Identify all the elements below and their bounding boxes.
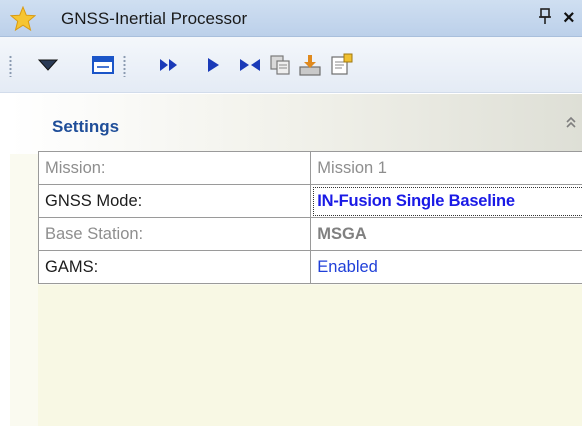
mission-label: Mission: — [37, 151, 312, 185]
settings-row-base-station[interactable]: Base Station: MSGA — [37, 217, 582, 251]
copy-icon[interactable] — [266, 51, 294, 79]
close-icon[interactable]: × — [563, 6, 581, 30]
star-icon — [10, 6, 36, 32]
toolbar-separator — [123, 55, 126, 77]
export-icon[interactable] — [296, 51, 324, 79]
gams-label: GAMS: — [37, 250, 312, 284]
settings-title: Settings — [52, 117, 120, 136]
base-station-value[interactable]: MSGA — [310, 217, 582, 251]
gams-value[interactable]: Enabled — [310, 250, 582, 284]
toolbar-grip[interactable] — [9, 55, 12, 77]
base-station-label: Base Station: — [37, 217, 312, 251]
fast-forward-icon[interactable] — [155, 51, 183, 79]
toolbar — [0, 37, 582, 93]
mission-value[interactable]: Mission 1 — [310, 151, 582, 185]
window-title: GNSS-Inertial Processor — [61, 9, 248, 28]
settings-description-area — [38, 285, 582, 426]
settings-grid: Mission: Mission 1 GNSS Mode: IN-Fusion … — [37, 151, 582, 284]
settings-panel: Settings Mission: Mission 1 GNSS Mode: I… — [10, 94, 582, 426]
window-toggle-icon[interactable] — [89, 51, 117, 79]
title-bar[interactable]: GNSS-Inertial Processor × — [0, 0, 582, 37]
gnss-inertial-processor-window: GNSS-Inertial Processor × Settings Missi… — [0, 0, 582, 426]
dropdown-arrow-icon[interactable] — [34, 51, 62, 79]
settings-row-gnss-mode[interactable]: GNSS Mode: IN-Fusion Single Baseline — [37, 184, 582, 218]
settings-header[interactable]: Settings — [10, 94, 582, 154]
properties-icon[interactable] — [328, 51, 356, 79]
settings-row-gams[interactable]: GAMS: Enabled — [37, 250, 582, 284]
collapse-chevron-icon[interactable] — [564, 113, 580, 135]
process-both-directions-icon[interactable] — [236, 51, 264, 79]
settings-row-mission[interactable]: Mission: Mission 1 — [37, 151, 582, 185]
gnss-mode-label: GNSS Mode: — [37, 184, 312, 218]
gnss-mode-value[interactable]: IN-Fusion Single Baseline — [310, 184, 582, 218]
play-icon[interactable] — [199, 51, 227, 79]
pin-icon[interactable] — [536, 7, 554, 29]
